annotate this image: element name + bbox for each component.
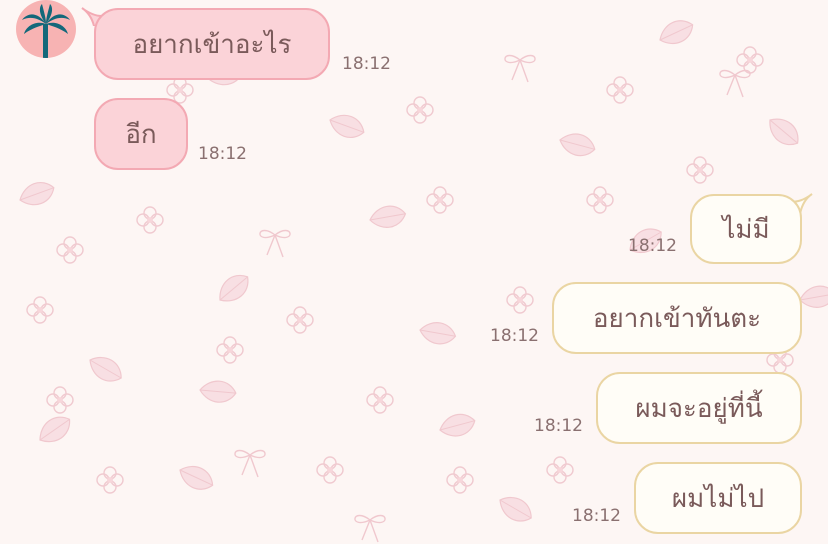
message-bubble[interactable]: ผมจะอยู่ที่นี้ <box>596 372 802 444</box>
message-timestamp: 18:12 <box>342 54 391 74</box>
message-text: อยากเข้าทันตะ <box>592 303 762 334</box>
message-timestamp: 18:12 <box>490 326 539 346</box>
message-timestamp: 18:12 <box>628 236 677 256</box>
chat-thread: อยากเข้าอะไร 18:12 อีก 18:12 ไม่มี 18:12… <box>0 0 828 544</box>
message-text: อีก <box>125 119 157 150</box>
message-bubble[interactable]: ไม่มี <box>690 194 802 264</box>
message-text: ไม่มี <box>722 214 770 245</box>
contact-avatar[interactable] <box>16 0 76 58</box>
message-text: ผมจะอยู่ที่นี้ <box>635 393 763 424</box>
message-bubble[interactable]: อยากเข้าอะไร <box>94 8 330 80</box>
message-text: ผมไม่ไป <box>671 483 765 514</box>
message-bubble[interactable]: อีก <box>94 98 188 170</box>
message-timestamp: 18:12 <box>198 144 247 164</box>
message-text: อยากเข้าอะไร <box>132 29 292 60</box>
message-bubble[interactable]: อยากเข้าทันตะ <box>552 282 802 354</box>
palm-tree-icon <box>22 4 70 58</box>
message-timestamp: 18:12 <box>572 506 621 526</box>
message-bubble[interactable]: ผมไม่ไป <box>634 462 802 534</box>
message-timestamp: 18:12 <box>534 416 583 436</box>
